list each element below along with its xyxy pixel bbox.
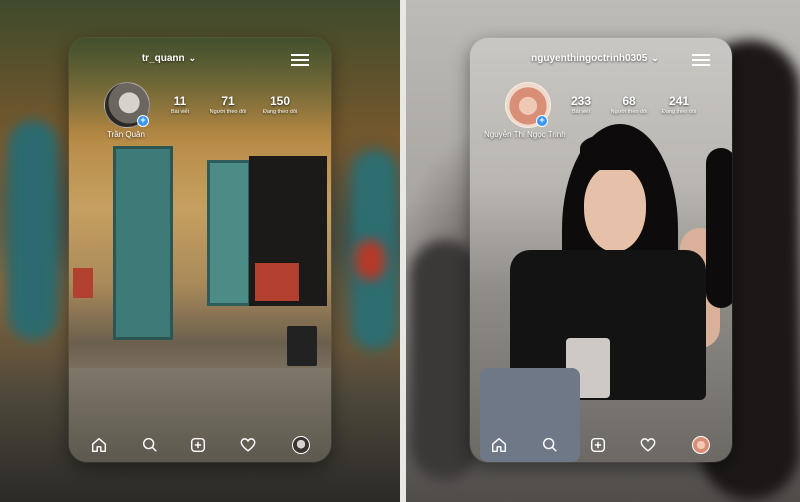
username: tr_quann xyxy=(141,53,185,64)
red-sign xyxy=(73,268,93,298)
bangs xyxy=(580,134,654,170)
plus-icon[interactable]: + xyxy=(137,115,149,127)
hamburger-menu-icon[interactable] xyxy=(291,54,309,66)
heart-icon[interactable] xyxy=(639,436,657,454)
chevron-down-icon: ⌄ xyxy=(651,53,659,63)
add-post-icon[interactable] xyxy=(589,436,607,454)
bottom-nav xyxy=(470,426,732,462)
blurred-door xyxy=(8,120,58,340)
profile-card-right: nguyenthingoctrinh0305 ⌄ + Nguyễn Thị Ngọ… xyxy=(470,38,732,462)
search-icon[interactable] xyxy=(141,436,159,454)
trash-bin xyxy=(287,326,317,366)
stat-posts[interactable]: 233 Bài viết xyxy=(564,94,598,115)
stat-followers[interactable]: 68 Người theo dõi xyxy=(604,94,654,115)
stat-followers[interactable]: 71 Người theo dõi xyxy=(203,94,253,115)
profile-header: tr_quann ⌄ xyxy=(69,38,331,78)
teal-door xyxy=(113,146,173,340)
search-icon[interactable] xyxy=(541,436,559,454)
profile-card-left: tr_quann ⌄ + Trần Quân 11 Bài viết 71 Ngư… xyxy=(69,38,331,462)
bottom-nav xyxy=(69,426,331,462)
username: nguyenthingoctrinh0305 xyxy=(531,53,648,64)
home-icon[interactable] xyxy=(490,436,508,454)
chevron-down-icon: ⌄ xyxy=(188,53,197,63)
hamburger-menu-icon[interactable] xyxy=(692,54,710,66)
profile-header: nguyenthingoctrinh0305 ⌄ xyxy=(470,38,732,78)
heart-icon[interactable] xyxy=(239,436,257,454)
profile-icon[interactable] xyxy=(292,436,310,454)
teal-shutter xyxy=(207,160,251,306)
display-name: Nguyễn Thị Ngọc Trinh xyxy=(484,130,566,139)
add-post-icon[interactable] xyxy=(189,436,207,454)
shop-rack xyxy=(255,263,299,301)
username-switcher[interactable]: nguyenthingoctrinh0305 ⌄ xyxy=(510,53,680,64)
mirror-reflection xyxy=(706,148,732,308)
stat-following[interactable]: 150 Đang theo dõi xyxy=(255,94,305,115)
username-switcher[interactable]: tr_quann ⌄ xyxy=(69,53,269,64)
stat-following[interactable]: 241 Đang theo dõi xyxy=(654,94,704,115)
display-name: Trần Quân xyxy=(107,130,145,139)
profile-icon[interactable] xyxy=(692,436,710,454)
stat-posts[interactable]: 11 Bài viết xyxy=(165,94,195,115)
blurred-sign xyxy=(355,240,385,280)
home-icon[interactable] xyxy=(90,436,108,454)
plus-icon[interactable]: + xyxy=(536,115,548,127)
face xyxy=(584,166,646,252)
